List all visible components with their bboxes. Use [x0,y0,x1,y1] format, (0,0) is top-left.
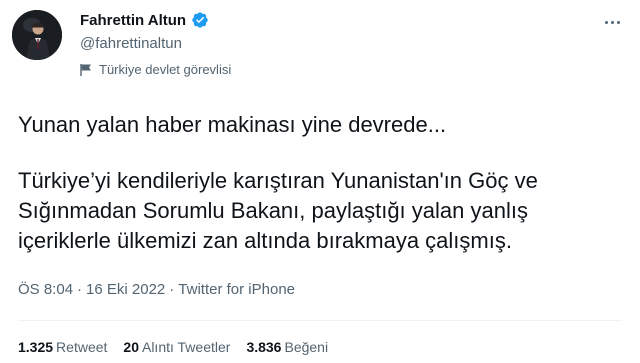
tweet-line-1: Yunan yalan haber makinası yine devrede.… [18,112,447,137]
retweet-stat[interactable]: 1.325 Retweet [18,339,107,355]
like-label: Beğeni [284,339,329,355]
verified-badge-icon [191,11,209,29]
author-name-text: Fahrettin Altun [80,11,187,29]
avatar[interactable] [12,10,62,60]
like-stat[interactable]: 3.836 Beğeni [246,339,328,355]
quote-stat[interactable]: 20 Alıntı Tweetler [123,339,230,355]
retweet-count: 1.325 [18,339,54,355]
tweet-meta: ÖS 8:04 · 16 Eki 2022 · Twitter for iPhone [18,281,295,298]
divider [18,320,622,321]
tweet-stats: 1.325 Retweet 20 Alıntı Tweetler 3.836 Beğe… [18,339,328,355]
quote-count: 20 [123,339,139,355]
tweet-date[interactable]: 16 Eki 2022 [86,281,165,298]
tweet-time[interactable]: ÖS 8:04 [18,281,73,298]
author-handle[interactable]: @fahrettinaltun [80,35,182,52]
retweet-label: Retweet [56,339,108,355]
government-label[interactable]: Türkiye devlet görevlisi [80,62,231,77]
author-name[interactable]: Fahrettin Altun [80,11,209,29]
tweet-line-2: Türkiye’yi kendileriyle karıştıran Yunan… [18,168,538,253]
government-label-text: Türkiye devlet görevlisi [99,62,232,77]
like-count: 3.836 [246,339,282,355]
tweet-text: Yunan yalan haber makinası yine devrede.… [18,110,618,256]
tweet-source[interactable]: Twitter for iPhone [178,281,295,298]
quote-label: Alıntı Tweetler [141,339,231,355]
government-flag-icon [80,63,93,77]
more-options-icon[interactable] [600,16,624,28]
